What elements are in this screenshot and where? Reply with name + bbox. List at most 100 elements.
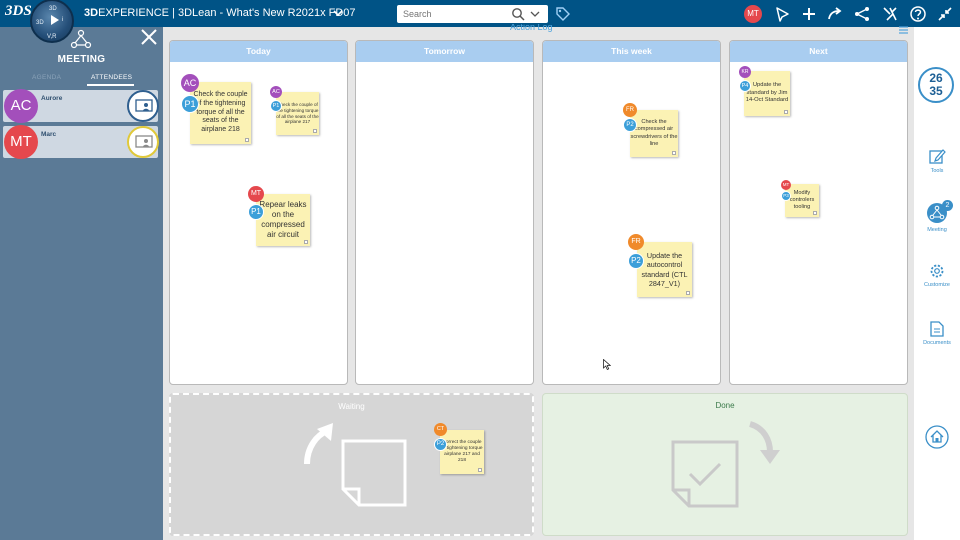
compass-quadrant-top[interactable]: 3D [49, 6, 57, 12]
tools-label: Tools [930, 168, 944, 174]
note-owner-avatar: MT [248, 186, 264, 202]
meeting-count-badge: 2 [942, 200, 953, 211]
meeting-label: Meeting [927, 227, 947, 233]
note-priority-badge: P1 [181, 95, 199, 113]
meeting-button[interactable]: 2 Meeting [914, 200, 960, 233]
sticky-note[interactable]: Check the couple of the tightening torqu… [190, 82, 251, 144]
note-corner-icon [813, 211, 817, 215]
attendee-name: Aurore [41, 95, 63, 102]
presenter-icon [135, 99, 153, 112]
top-bar: 3DS 3D 3D i V,R 3DEXPERIENCE | 3DLean - … [0, 0, 960, 43]
home-button[interactable] [914, 425, 960, 449]
active-tab-indicator [87, 84, 134, 86]
note-text: Check the compressed air screwdrivers of… [630, 119, 678, 147]
sticky-note[interactable]: Check the compressed air screwdrivers of… [630, 110, 678, 157]
network-icon[interactable] [853, 5, 871, 23]
note-text: Check the couple of the tightening torqu… [193, 90, 248, 134]
note-priority-badge: P3 [781, 191, 791, 201]
note-owner-avatar: MT [781, 180, 791, 190]
menu-icon[interactable] [899, 26, 908, 34]
plus-icon[interactable] [800, 5, 818, 23]
sticky-note[interactable]: Correct the couple of tightening torque … [440, 430, 484, 474]
note-priority-badge: P2 [434, 438, 447, 451]
note-corner-icon [672, 151, 676, 155]
user-avatar[interactable]: MT [744, 5, 762, 23]
note-owner-avatar: FR [623, 103, 637, 117]
chat-icon[interactable] [773, 5, 791, 23]
note-priority-badge: P2 [628, 253, 644, 269]
column-this-week[interactable]: This week [542, 40, 721, 385]
app-title-text: 3DLean - What's New R2021x FD07 [177, 7, 356, 19]
note-priority-badge: P4 [739, 80, 751, 92]
column-tomorrow[interactable]: Tomorrow [355, 40, 534, 385]
share-icon[interactable] [826, 5, 844, 23]
sticky-note[interactable]: Modify controlers tooling [785, 184, 819, 217]
sticky-note[interactable]: Check the couple of the tightening torqu… [276, 92, 319, 135]
customize-label: Customize [924, 282, 950, 288]
note-text: Repear leaks on the compressed air circu… [259, 199, 307, 240]
tab-agenda[interactable]: AGENDA [32, 74, 61, 81]
note-corner-icon [313, 129, 317, 133]
note-owner-avatar: FR [628, 234, 644, 250]
meeting-icon [70, 29, 92, 49]
presenter-icon [135, 135, 153, 148]
column-header: Next [730, 41, 907, 62]
task-counter[interactable]: 26 35 [918, 67, 954, 103]
tools-icon[interactable] [881, 5, 899, 23]
search-input[interactable] [397, 5, 507, 23]
compass-widget[interactable]: 3D 3D i V,R [30, 0, 74, 43]
note-corner-icon [686, 291, 690, 295]
note-corner-icon [245, 138, 249, 142]
sticky-note[interactable]: Repear leaks on the compressed air circu… [256, 194, 310, 246]
collapse-icon[interactable] [936, 5, 954, 23]
note-text: Update the autocontrol standard (CTL 284… [641, 251, 688, 288]
documents-label: Documents [923, 340, 951, 346]
done-zone[interactable]: Done [542, 393, 908, 536]
tools-button[interactable]: Tools [914, 147, 960, 174]
documents-button[interactable]: Documents [914, 321, 960, 346]
attendee-presenter-badge[interactable] [127, 90, 159, 122]
customize-button[interactable]: Customize [914, 263, 960, 288]
brand-prefix: 3D [84, 7, 99, 19]
note-priority-badge: P1 [270, 100, 282, 112]
note-priority-badge: P1 [248, 204, 264, 220]
compass-quadrant-bottom[interactable]: V,R [47, 34, 56, 40]
note-corner-icon [304, 240, 308, 244]
meeting-panel: MEETING AGENDA ATTENDEES AC Aurore MT Ma… [0, 27, 163, 540]
compass-quadrant-right[interactable]: i [62, 17, 63, 23]
waiting-title: Waiting [338, 402, 365, 411]
column-header: Tomorrow [356, 41, 533, 62]
tab-attendees[interactable]: ATTENDEES [91, 74, 132, 81]
attendee-row[interactable]: AC Aurore [3, 89, 159, 123]
note-owner-avatar: AC [270, 86, 282, 98]
chevron-down-icon[interactable] [333, 5, 343, 21]
mouse-cursor-icon [603, 359, 611, 370]
tools-edit-icon [929, 149, 946, 164]
search-options-chevron-icon[interactable] [530, 8, 540, 20]
counter-bottom: 35 [929, 84, 943, 98]
column-header: This week [543, 41, 720, 62]
avatar: MT [4, 125, 38, 159]
done-title: Done [715, 401, 735, 410]
panel-title: MEETING [57, 54, 106, 65]
help-icon[interactable] [909, 5, 927, 23]
sticky-note[interactable]: Update the standard by Jim 14-Oct Standa… [744, 71, 790, 116]
home-icon [925, 425, 949, 449]
note-owner-avatar: KR [739, 66, 751, 78]
attendee-row[interactable]: MT Marc [3, 125, 159, 159]
gear-icon [930, 264, 944, 278]
title-separator: | [168, 7, 178, 19]
avatar: AC [4, 89, 38, 123]
sticky-note[interactable]: Update the autocontrol standard (CTL 284… [637, 242, 692, 297]
brand-suffix: EXPERIENCE [98, 7, 169, 19]
compass-quadrant-left[interactable]: 3D [36, 20, 44, 26]
note-corner-icon [478, 468, 482, 472]
search-icon[interactable] [511, 7, 525, 21]
attendee-presenter-badge[interactable] [127, 126, 159, 158]
note-corner-icon [784, 110, 788, 114]
close-icon[interactable] [139, 27, 159, 47]
play-icon[interactable] [51, 15, 59, 25]
tag-icon[interactable] [555, 6, 571, 22]
counter-top: 26 [929, 71, 943, 85]
search-box [397, 5, 548, 23]
